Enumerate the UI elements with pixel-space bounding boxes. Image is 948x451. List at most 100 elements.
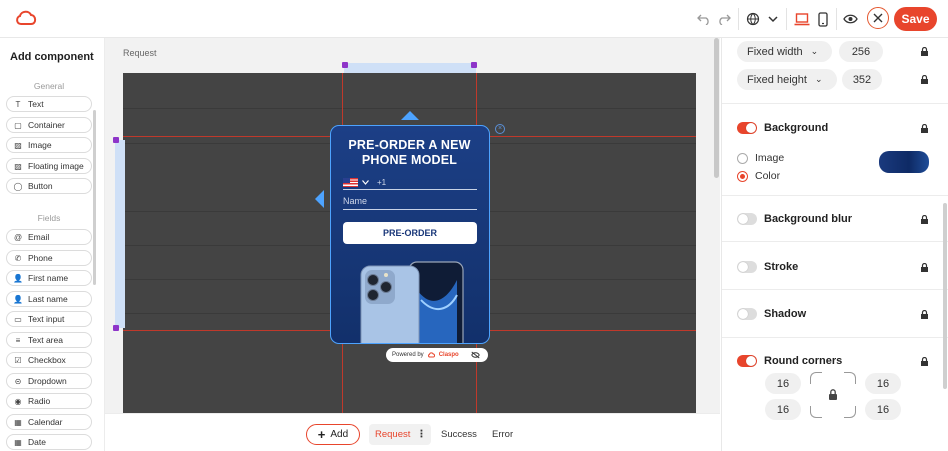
shadow-toggle[interactable] <box>737 308 757 320</box>
component-floating-image[interactable]: ▨ Floating image <box>6 158 92 174</box>
lock-icon[interactable] <box>920 310 929 319</box>
component-label: First name <box>28 273 69 283</box>
component-label: Email <box>28 232 50 242</box>
corner-bracket <box>810 372 822 384</box>
component-radio[interactable]: ◉ Radio <box>6 393 92 409</box>
powered-by-text: Powered by <box>392 352 424 358</box>
tab-success[interactable]: Success <box>441 424 477 445</box>
component-phone[interactable]: ✆ Phone <box>6 250 92 266</box>
selection-height-bar[interactable] <box>115 140 125 328</box>
powered-by-badge[interactable]: Powered by Claspo <box>386 348 488 362</box>
height-input[interactable]: 352 <box>842 69 882 90</box>
component-text-area[interactable]: ≡ Text area <box>6 332 92 348</box>
background-toggle[interactable] <box>737 122 757 134</box>
canvas-scrollbar[interactable] <box>714 38 719 178</box>
resize-handle[interactable] <box>342 62 348 68</box>
section-divider <box>722 337 948 338</box>
corner-bottom-right-input[interactable]: 16 <box>865 399 901 420</box>
background-title: Background <box>764 122 829 134</box>
globe-icon[interactable] <box>743 9 763 29</box>
resize-handle[interactable] <box>113 137 119 143</box>
left-panel-scrollbar[interactable] <box>93 110 96 285</box>
undo-icon[interactable] <box>694 9 714 29</box>
component-container[interactable]: ▢ Container <box>6 117 92 133</box>
resize-handle[interactable] <box>113 325 119 331</box>
width-input[interactable]: 256 <box>839 41 883 62</box>
component-label: Last name <box>28 294 68 304</box>
component-image[interactable]: ▨ Image <box>6 137 92 153</box>
popup-name-field[interactable]: Name <box>343 196 477 210</box>
lock-icon[interactable] <box>920 215 929 224</box>
section-divider <box>722 195 948 196</box>
corner-link-control[interactable] <box>810 372 856 418</box>
popup-phone-field[interactable]: +1 <box>343 176 477 190</box>
popup-preview[interactable]: PRE-ORDER A NEW PHONE MODEL +1 Name PRE-… <box>330 125 490 344</box>
move-up-arrow-icon[interactable] <box>401 111 419 120</box>
width-mode-value: Fixed width <box>747 45 803 58</box>
round-corners-title: Round corners <box>764 355 843 367</box>
width-mode-select[interactable]: Fixed width ⌄ <box>737 41 832 62</box>
lock-icon[interactable] <box>920 47 929 56</box>
component-label: Date <box>28 437 46 447</box>
desktop-view-icon[interactable] <box>792 9 812 29</box>
close-editor-button[interactable] <box>867 7 889 29</box>
component-first-name[interactable]: 👤 First name <box>6 270 92 286</box>
background-color-swatch[interactable] <box>879 151 929 173</box>
height-mode-select[interactable]: Fixed height ⌄ <box>737 69 837 90</box>
editor-app: Save Add component General T Text ▢ Cont… <box>0 0 948 451</box>
background-blur-toggle[interactable] <box>737 213 757 225</box>
component-label: Button <box>28 181 53 191</box>
lock-icon[interactable] <box>920 75 929 84</box>
popup-title[interactable]: PRE-ORDER A NEW PHONE MODEL <box>331 138 488 168</box>
phone-image[interactable] <box>357 260 465 344</box>
tab-error[interactable]: Error <box>492 424 513 445</box>
toolbar-divider <box>738 8 739 30</box>
component-last-name[interactable]: 👤 Last name <box>6 291 92 307</box>
lock-icon[interactable] <box>920 357 929 366</box>
claspo-small-logo-icon <box>427 352 435 358</box>
background-color-label: Color <box>755 170 781 182</box>
container-icon: ▢ <box>14 120 22 130</box>
tab-label: Request <box>375 429 411 440</box>
save-button[interactable]: Save <box>894 7 937 31</box>
redo-icon[interactable] <box>714 9 734 29</box>
chevron-down-icon <box>362 180 369 185</box>
stroke-toggle[interactable] <box>737 261 757 273</box>
popup-close-icon[interactable]: × <box>495 124 505 134</box>
corner-bottom-left-input[interactable]: 16 <box>765 399 801 420</box>
corner-top-left-input[interactable]: 16 <box>765 373 801 394</box>
preview-eye-icon[interactable] <box>840 9 860 29</box>
background-image-radio[interactable] <box>737 153 748 164</box>
component-calendar[interactable]: ▦ Calendar <box>6 414 92 430</box>
text-area-icon: ≡ <box>15 335 21 345</box>
corner-top-right-input[interactable]: 16 <box>865 373 901 394</box>
component-text[interactable]: T Text <box>6 96 92 112</box>
lock-icon[interactable] <box>920 263 929 272</box>
mobile-view-icon[interactable] <box>813 9 833 29</box>
more-options-icon[interactable]: ⋮ <box>416 429 426 440</box>
component-dropdown[interactable]: ⊝ Dropdown <box>6 373 92 389</box>
language-chevron-down-icon[interactable] <box>763 9 783 29</box>
properties-scrollbar[interactable] <box>943 203 947 389</box>
component-button[interactable]: ◯ Button <box>6 178 92 194</box>
selection-width-bar[interactable] <box>344 63 476 73</box>
image-icon: ▨ <box>14 140 22 150</box>
properties-panel: Fixed width ⌄ 256 Fixed height ⌄ 352 Bac… <box>721 38 948 451</box>
round-corners-toggle[interactable] <box>737 355 757 367</box>
move-left-arrow-icon[interactable] <box>315 190 324 208</box>
resize-handle[interactable] <box>471 62 477 68</box>
component-checkbox[interactable]: ☑ Checkbox <box>6 352 92 368</box>
canvas-area: Request PRE-ORDER A NEW PHONE MODEL +1 N… <box>105 38 720 413</box>
component-text-input[interactable]: ▭ Text input <box>6 311 92 327</box>
tab-request[interactable]: Request ⋮ <box>369 424 432 445</box>
component-email[interactable]: @ Email <box>6 229 92 245</box>
popup-preorder-button[interactable]: PRE-ORDER <box>343 222 477 244</box>
background-color-radio[interactable] <box>737 171 748 182</box>
background-blur-title: Background blur <box>764 213 853 225</box>
radio-icon: ◉ <box>14 396 22 406</box>
breadcrumb: Request <box>123 48 157 58</box>
lock-icon[interactable] <box>920 124 929 133</box>
claspo-logo-icon[interactable] <box>14 9 38 27</box>
add-state-button[interactable]: + Add <box>306 424 360 445</box>
component-date[interactable]: ▦ Date <box>6 434 92 450</box>
